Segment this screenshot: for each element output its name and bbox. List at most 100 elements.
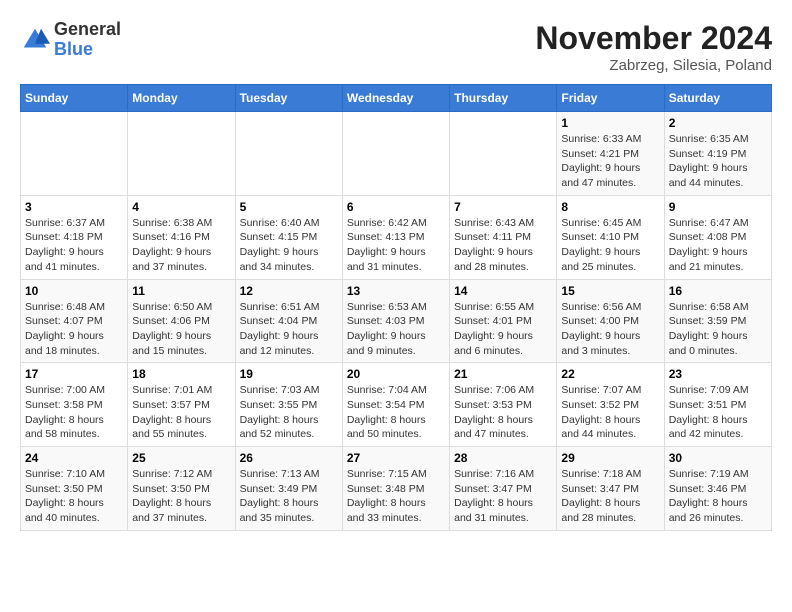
day-number: 12: [240, 284, 338, 298]
calendar-cell: 26 Sunrise: 7:13 AMSunset: 3:49 PMDayligh…: [235, 447, 342, 531]
calendar-cell: [128, 112, 235, 196]
day-number: 27: [347, 451, 445, 465]
day-info: Sunrise: 6:47 AMSunset: 4:08 PMDaylight:…: [669, 216, 767, 275]
calendar-cell: 21Sunrise: 7:06 AMSunset: 3:53 PMDayligh…: [450, 363, 557, 447]
day-number: 29: [561, 451, 659, 465]
calendar-title: November 2024: [535, 20, 772, 57]
day-info: Sunrise: 7:18 AMSunset: 3:47 PMDaylight:…: [561, 467, 659, 526]
day-number: 25: [132, 451, 230, 465]
days-of-week-row: SundayMondayTuesdayWednesdayThursdayFrid…: [21, 85, 772, 112]
logo-general: General: [54, 20, 121, 40]
calendar-cell: 25 Sunrise: 7:12 AMSunset: 3:50 PMDayligh…: [128, 447, 235, 531]
day-number: 30: [669, 451, 767, 465]
calendar-week-1: 1 Sunrise: 6:33 AMSunset: 4:21 PMDaylight…: [21, 112, 772, 196]
logo-text: General Blue: [54, 20, 121, 60]
day-number: 15: [561, 284, 659, 298]
calendar-week-3: 10Sunrise: 6:48 AMSunset: 4:07 PMDayligh…: [21, 279, 772, 363]
day-info: Sunrise: 7:10 AMSunset: 3:50 PMDaylight:…: [25, 467, 123, 526]
day-number: 24: [25, 451, 123, 465]
day-info: Sunrise: 6:43 AMSunset: 4:11 PMDaylight:…: [454, 216, 552, 275]
calendar-week-4: 17 Sunrise: 7:00 AMSunset: 3:58 PMDayligh…: [21, 363, 772, 447]
calendar-cell: 22 Sunrise: 7:07 AMSunset: 3:52 PMDayligh…: [557, 363, 664, 447]
day-number: 17: [25, 367, 123, 381]
calendar-cell: 10Sunrise: 6:48 AMSunset: 4:07 PMDayligh…: [21, 279, 128, 363]
calendar-cell: 6Sunrise: 6:42 AMSunset: 4:13 PMDaylight…: [342, 195, 449, 279]
calendar-cell: 9Sunrise: 6:47 AMSunset: 4:08 PMDaylight…: [664, 195, 771, 279]
calendar-cell: 8 Sunrise: 6:45 AMSunset: 4:10 PMDaylight…: [557, 195, 664, 279]
day-info: Sunrise: 6:40 AMSunset: 4:15 PMDaylight:…: [240, 216, 338, 275]
day-info: Sunrise: 6:45 AMSunset: 4:10 PMDaylight:…: [561, 216, 659, 275]
day-number: 2: [669, 116, 767, 130]
calendar-cell: [450, 112, 557, 196]
calendar-cell: 19Sunrise: 7:03 AMSunset: 3:55 PMDayligh…: [235, 363, 342, 447]
day-header-sunday: Sunday: [21, 85, 128, 112]
page-header: General Blue November 2024 Zabrzeg, Sile…: [20, 20, 772, 74]
calendar-cell: [235, 112, 342, 196]
calendar-cell: 24 Sunrise: 7:10 AMSunset: 3:50 PMDayligh…: [21, 447, 128, 531]
day-number: 11: [132, 284, 230, 298]
day-info: Sunrise: 7:00 AMSunset: 3:58 PMDaylight:…: [25, 383, 123, 442]
calendar-cell: 28 Sunrise: 7:16 AMSunset: 3:47 PMDayligh…: [450, 447, 557, 531]
day-header-tuesday: Tuesday: [235, 85, 342, 112]
calendar-cell: 29 Sunrise: 7:18 AMSunset: 3:47 PMDayligh…: [557, 447, 664, 531]
day-info: Sunrise: 6:37 AMSunset: 4:18 PMDaylight:…: [25, 216, 123, 275]
calendar-cell: 27 Sunrise: 7:15 AMSunset: 3:48 PMDayligh…: [342, 447, 449, 531]
calendar-header: SundayMondayTuesdayWednesdayThursdayFrid…: [21, 85, 772, 112]
logo-icon: [20, 25, 50, 55]
day-info: Sunrise: 6:33 AMSunset: 4:21 PMDaylight:…: [561, 132, 659, 191]
day-info: Sunrise: 7:09 AMSunset: 3:51 PMDaylight:…: [669, 383, 767, 442]
calendar-cell: 14Sunrise: 6:55 AMSunset: 4:01 PMDayligh…: [450, 279, 557, 363]
calendar-cell: 16Sunrise: 6:58 AMSunset: 3:59 PMDayligh…: [664, 279, 771, 363]
day-number: 13: [347, 284, 445, 298]
day-info: Sunrise: 6:51 AMSunset: 4:04 PMDaylight:…: [240, 300, 338, 359]
calendar-cell: 5 Sunrise: 6:40 AMSunset: 4:15 PMDaylight…: [235, 195, 342, 279]
day-info: Sunrise: 6:38 AMSunset: 4:16 PMDaylight:…: [132, 216, 230, 275]
calendar-cell: 30 Sunrise: 7:19 AMSunset: 3:46 PMDayligh…: [664, 447, 771, 531]
day-number: 1: [561, 116, 659, 130]
calendar-subtitle: Zabrzeg, Silesia, Poland: [535, 57, 772, 74]
calendar-cell: 11 Sunrise: 6:50 AMSunset: 4:06 PMDayligh…: [128, 279, 235, 363]
day-header-monday: Monday: [128, 85, 235, 112]
calendar-week-5: 24 Sunrise: 7:10 AMSunset: 3:50 PMDayligh…: [21, 447, 772, 531]
calendar-cell: 18Sunrise: 7:01 AMSunset: 3:57 PMDayligh…: [128, 363, 235, 447]
day-info: Sunrise: 7:01 AMSunset: 3:57 PMDaylight:…: [132, 383, 230, 442]
day-number: 5: [240, 200, 338, 214]
logo: General Blue: [20, 20, 121, 60]
day-info: Sunrise: 6:55 AMSunset: 4:01 PMDaylight:…: [454, 300, 552, 359]
day-number: 19: [240, 367, 338, 381]
day-info: Sunrise: 7:13 AMSunset: 3:49 PMDaylight:…: [240, 467, 338, 526]
calendar-cell: [342, 112, 449, 196]
calendar-cell: 23Sunrise: 7:09 AMSunset: 3:51 PMDayligh…: [664, 363, 771, 447]
day-number: 28: [454, 451, 552, 465]
calendar-cell: 1 Sunrise: 6:33 AMSunset: 4:21 PMDaylight…: [557, 112, 664, 196]
day-info: Sunrise: 6:56 AMSunset: 4:00 PMDaylight:…: [561, 300, 659, 359]
calendar-cell: 4 Sunrise: 6:38 AMSunset: 4:16 PMDaylight…: [128, 195, 235, 279]
day-info: Sunrise: 7:15 AMSunset: 3:48 PMDaylight:…: [347, 467, 445, 526]
calendar-cell: 20Sunrise: 7:04 AMSunset: 3:54 PMDayligh…: [342, 363, 449, 447]
day-info: Sunrise: 6:35 AMSunset: 4:19 PMDaylight:…: [669, 132, 767, 191]
day-info: Sunrise: 6:53 AMSunset: 4:03 PMDaylight:…: [347, 300, 445, 359]
day-header-friday: Friday: [557, 85, 664, 112]
day-info: Sunrise: 7:19 AMSunset: 3:46 PMDaylight:…: [669, 467, 767, 526]
calendar-cell: 15 Sunrise: 6:56 AMSunset: 4:00 PMDayligh…: [557, 279, 664, 363]
day-info: Sunrise: 6:50 AMSunset: 4:06 PMDaylight:…: [132, 300, 230, 359]
calendar-cell: 12 Sunrise: 6:51 AMSunset: 4:04 PMDayligh…: [235, 279, 342, 363]
day-number: 6: [347, 200, 445, 214]
day-info: Sunrise: 7:16 AMSunset: 3:47 PMDaylight:…: [454, 467, 552, 526]
calendar-cell: 17 Sunrise: 7:00 AMSunset: 3:58 PMDayligh…: [21, 363, 128, 447]
day-info: Sunrise: 7:06 AMSunset: 3:53 PMDaylight:…: [454, 383, 552, 442]
calendar-cell: 3Sunrise: 6:37 AMSunset: 4:18 PMDaylight…: [21, 195, 128, 279]
calendar-cell: 2 Sunrise: 6:35 AMSunset: 4:19 PMDaylight…: [664, 112, 771, 196]
calendar-cell: 7Sunrise: 6:43 AMSunset: 4:11 PMDaylight…: [450, 195, 557, 279]
calendar-week-2: 3Sunrise: 6:37 AMSunset: 4:18 PMDaylight…: [21, 195, 772, 279]
day-number: 26: [240, 451, 338, 465]
day-number: 10: [25, 284, 123, 298]
day-number: 8: [561, 200, 659, 214]
day-number: 4: [132, 200, 230, 214]
day-info: Sunrise: 7:12 AMSunset: 3:50 PMDaylight:…: [132, 467, 230, 526]
calendar-body: 1 Sunrise: 6:33 AMSunset: 4:21 PMDaylight…: [21, 112, 772, 531]
day-number: 22: [561, 367, 659, 381]
day-info: Sunrise: 7:07 AMSunset: 3:52 PMDaylight:…: [561, 383, 659, 442]
day-info: Sunrise: 7:04 AMSunset: 3:54 PMDaylight:…: [347, 383, 445, 442]
calendar-cell: 13 Sunrise: 6:53 AMSunset: 4:03 PMDayligh…: [342, 279, 449, 363]
